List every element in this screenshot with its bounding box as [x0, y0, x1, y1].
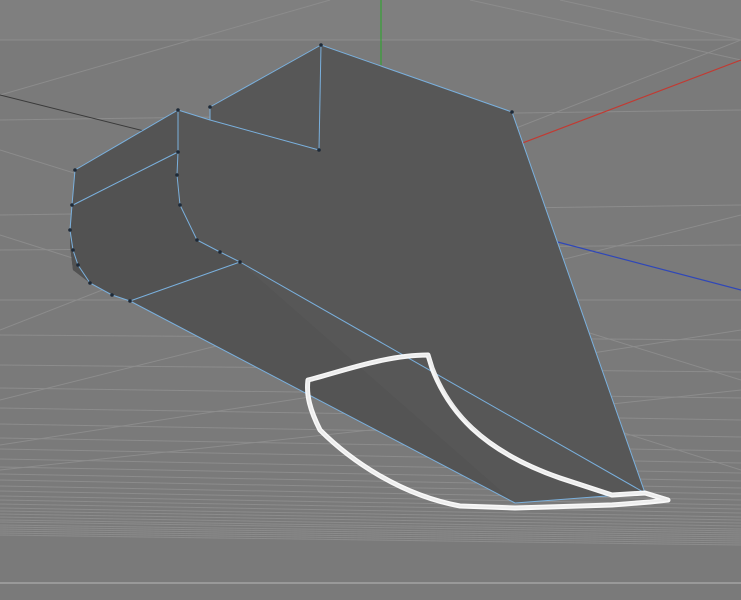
horizon-band	[0, 0, 741, 40]
3d-viewport[interactable]	[0, 0, 741, 600]
viewport-canvas[interactable]	[0, 0, 741, 600]
